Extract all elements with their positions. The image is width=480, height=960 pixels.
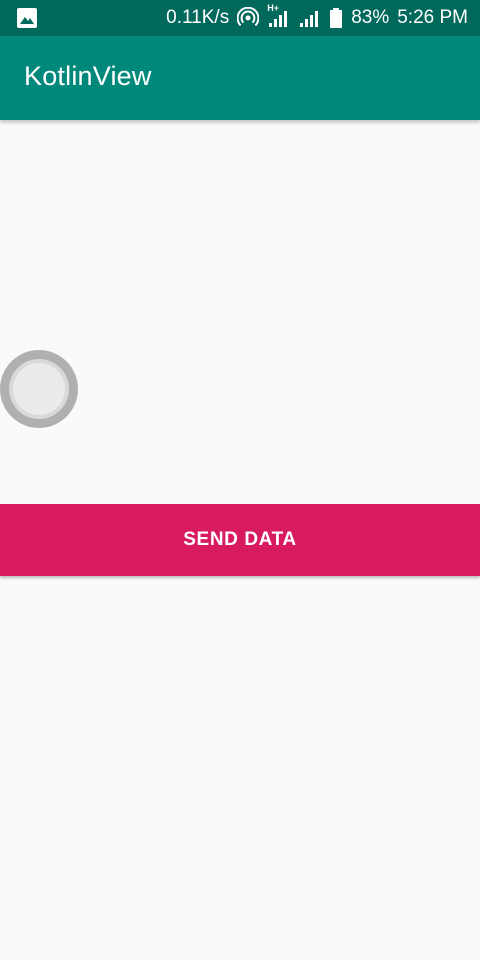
signal-icon bbox=[269, 11, 288, 27]
radio-button-inner bbox=[9, 359, 69, 419]
hotspot-icon bbox=[237, 7, 260, 27]
app-screen: 0.11K/s H+ 83% 5:26 PM KotlinView SEND D… bbox=[0, 0, 480, 960]
signal-group-1: H+ bbox=[267, 3, 291, 29]
app-bar: KotlinView bbox=[0, 36, 480, 120]
signal-icon bbox=[300, 11, 319, 27]
radio-button[interactable] bbox=[0, 350, 78, 428]
clock: 5:26 PM bbox=[397, 7, 468, 28]
battery-icon bbox=[330, 8, 343, 28]
network-speed: 0.11K/s bbox=[166, 7, 230, 28]
send-data-button[interactable]: SEND DATA bbox=[0, 504, 480, 576]
battery-percent: 83% bbox=[351, 7, 390, 28]
radio-button-core bbox=[13, 363, 65, 415]
app-title: KotlinView bbox=[24, 61, 152, 91]
image-notification-icon bbox=[17, 8, 37, 28]
status-indicators: 0.11K/s H+ 83% 5:26 PM bbox=[166, 0, 468, 36]
status-bar: 0.11K/s H+ 83% 5:26 PM bbox=[0, 0, 480, 36]
